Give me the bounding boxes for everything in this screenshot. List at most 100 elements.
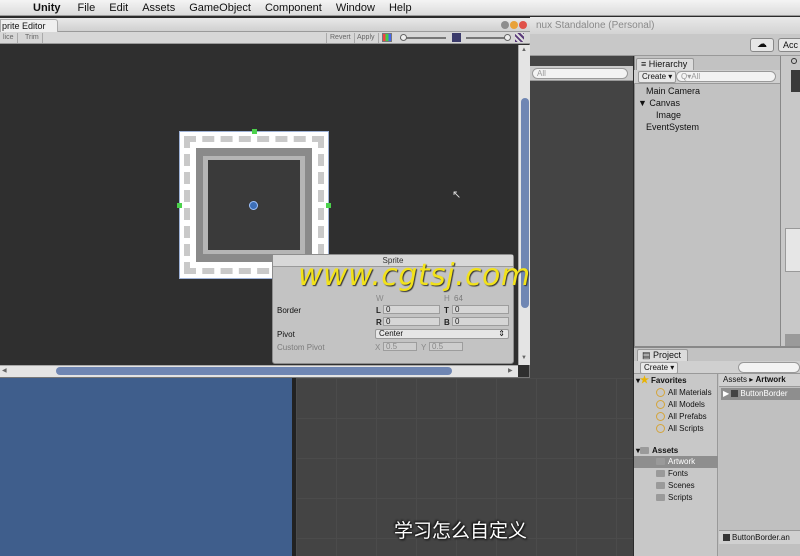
watermark-text: www.cgtsj.com xyxy=(298,258,531,293)
hierarchy-create-dropdown[interactable]: Create ▾ xyxy=(638,71,677,83)
zoom-slider-knob[interactable] xyxy=(400,34,407,41)
top-handle[interactable] xyxy=(252,129,257,134)
menu-assets[interactable]: Assets xyxy=(135,2,182,14)
favorite-all-prefabs[interactable]: All Prefabs xyxy=(656,411,707,423)
favorite-label: All Scripts xyxy=(668,424,704,433)
menu-bar: Unity File Edit Assets GameObject Compon… xyxy=(0,0,800,16)
border-top-field[interactable]: 0 xyxy=(452,305,509,314)
scroll-right-icon[interactable]: ▶ xyxy=(508,367,513,374)
menu-help[interactable]: Help xyxy=(382,2,419,14)
folder-icon xyxy=(656,470,665,477)
width-label: W xyxy=(376,294,384,303)
asset-item-buttonborder[interactable]: ▶ ButtonBorder xyxy=(721,388,800,400)
alpha-icon[interactable] xyxy=(452,33,461,42)
trim-button[interactable]: Trim xyxy=(22,33,43,43)
folder-artwork[interactable]: Artwork xyxy=(634,456,718,468)
inspector-field[interactable] xyxy=(785,228,800,272)
sprite-editor-titlebar[interactable] xyxy=(0,18,530,32)
sprite-icon xyxy=(723,534,730,541)
border-b-label: B xyxy=(444,318,450,327)
project-folder-tree: ▾★ Favorites All Materials All Models All… xyxy=(634,374,718,556)
apply-button[interactable]: Apply xyxy=(354,33,379,43)
hierarchy-item-image[interactable]: Image xyxy=(656,109,681,121)
folder-scenes[interactable]: Scenes xyxy=(656,480,695,492)
pivot-handle[interactable] xyxy=(249,201,258,210)
scroll-down-icon[interactable]: ▼ xyxy=(521,355,527,361)
menu-gameobject[interactable]: GameObject xyxy=(182,2,258,14)
scroll-left-icon[interactable]: ◀ xyxy=(2,367,7,374)
favorite-all-scripts[interactable]: All Scripts xyxy=(656,423,704,435)
hierarchy-tab-icon: ≡ xyxy=(641,59,649,69)
right-handle[interactable] xyxy=(326,203,331,208)
folder-label: Artwork xyxy=(668,457,696,466)
search-icon xyxy=(656,400,665,409)
rgb-toggle-icon[interactable] xyxy=(382,33,392,42)
status-file-label: ButtonBorder.an xyxy=(732,533,790,542)
star-icon: ★ xyxy=(640,375,649,386)
horizontal-scrollbar-thumb[interactable] xyxy=(56,367,452,375)
scene-search-input[interactable]: All xyxy=(532,68,628,79)
dropdown-arrows-icon: ⇕ xyxy=(498,329,505,338)
favorite-label: All Materials xyxy=(668,388,712,397)
expand-arrow-icon[interactable]: ▼ xyxy=(638,98,649,108)
scroll-up-icon[interactable]: ▲ xyxy=(521,47,527,53)
pivot-value: Center xyxy=(379,329,404,338)
hierarchy-item-eventsystem[interactable]: EventSystem xyxy=(646,121,699,133)
breadcrumb-assets[interactable]: Assets xyxy=(723,375,747,384)
inspector-preview xyxy=(791,70,800,92)
folder-label: Scripts xyxy=(668,493,693,502)
folder-icon xyxy=(656,458,665,465)
inspector-panel xyxy=(780,56,800,346)
tab-project[interactable]: ▤ Project xyxy=(637,349,689,361)
mip-slider-knob[interactable] xyxy=(504,34,511,41)
menu-component[interactable]: Component xyxy=(258,2,329,14)
height-label: H xyxy=(444,294,450,303)
menu-app-unity[interactable]: Unity xyxy=(26,2,71,14)
favorites-header[interactable]: ▾★ Favorites xyxy=(636,375,687,387)
revert-button[interactable]: Revert xyxy=(326,33,355,43)
close-icon[interactable] xyxy=(519,21,527,29)
favorite-all-materials[interactable]: All Materials xyxy=(656,387,712,399)
folder-scripts[interactable]: Scripts xyxy=(656,492,692,504)
sprite-editor-toolbar: lice Trim Revert Apply xyxy=(0,32,530,44)
account-button[interactable]: Acc xyxy=(778,38,800,52)
project-asset-view xyxy=(719,374,800,556)
mouse-cursor-icon: ↖ xyxy=(452,189,462,201)
search-icon xyxy=(656,412,665,421)
left-handle[interactable] xyxy=(177,203,182,208)
menu-window[interactable]: Window xyxy=(329,2,382,14)
favorites-label: Favorites xyxy=(650,376,687,385)
project-create-dropdown[interactable]: Create ▾ xyxy=(640,362,679,374)
menu-file[interactable]: File xyxy=(71,2,103,14)
custom-pivot-y-field[interactable]: 0.5 xyxy=(429,342,463,351)
breadcrumb-artwork[interactable]: Artwork xyxy=(756,375,786,384)
border-bottom-field[interactable]: 0 xyxy=(452,317,509,326)
custom-pivot-x-field[interactable]: 0.5 xyxy=(383,342,417,351)
border-left-field[interactable]: 0 xyxy=(383,305,440,314)
folder-fonts[interactable]: Fonts xyxy=(656,468,688,480)
menu-edit[interactable]: Edit xyxy=(102,2,135,14)
border-right-field[interactable]: 0 xyxy=(383,317,440,326)
minimize-icon[interactable] xyxy=(510,21,518,29)
hierarchy-search-input[interactable]: Q▾All xyxy=(676,71,776,82)
game-view[interactable] xyxy=(0,378,292,556)
project-tab-label: Project xyxy=(653,350,682,360)
asset-label: ButtonBorder xyxy=(740,389,788,398)
mip-slider-track[interactable] xyxy=(466,37,508,39)
hierarchy-item-canvas[interactable]: ▼ Canvas xyxy=(638,97,680,109)
menu-icon[interactable] xyxy=(501,21,509,29)
mipmap-icon[interactable] xyxy=(515,33,524,42)
tab-sprite-editor[interactable]: prite Editor xyxy=(0,19,58,32)
pivot-dropdown[interactable]: Center ⇕ xyxy=(375,329,509,339)
folder-label: Scenes xyxy=(668,481,695,490)
tab-hierarchy[interactable]: ≡ Hierarchy xyxy=(636,58,695,70)
breadcrumb-separator-icon: ▸ xyxy=(749,375,754,384)
favorite-label: All Models xyxy=(668,400,705,409)
custom-pivot-label: Custom Pivot xyxy=(277,343,325,352)
project-search-input[interactable] xyxy=(738,362,800,373)
sprite-icon xyxy=(731,390,739,397)
hierarchy-item-main-camera[interactable]: Main Camera xyxy=(646,85,700,97)
slice-button[interactable]: lice xyxy=(0,33,18,43)
favorite-all-models[interactable]: All Models xyxy=(656,399,705,411)
cloud-button[interactable]: ☁ xyxy=(750,38,774,52)
